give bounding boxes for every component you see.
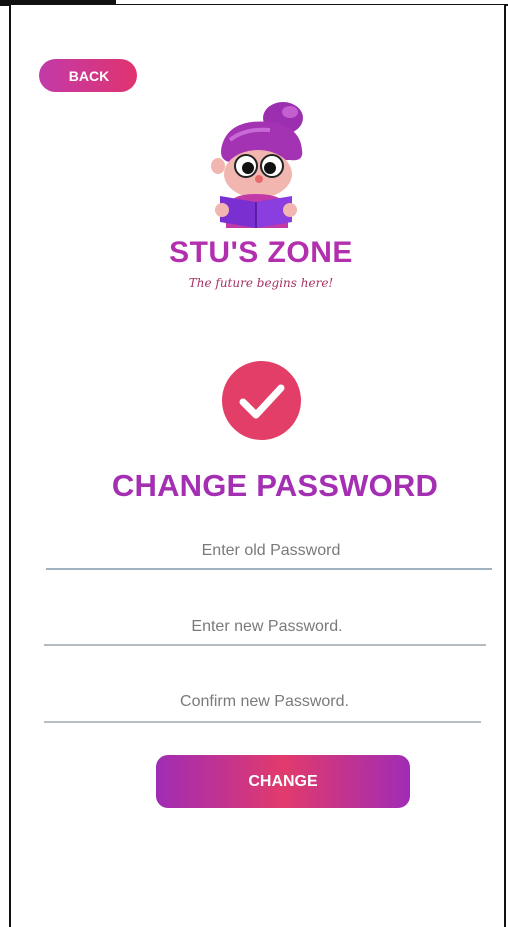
new-password-underline: [44, 644, 486, 646]
change-password-button[interactable]: CHANGE: [156, 755, 410, 808]
old-password-underline: [46, 568, 492, 570]
brand-tagline: The future begins here!: [188, 276, 334, 290]
brand-name: STU'S ZONE: [169, 236, 353, 269]
page-title: CHANGE PASSWORD: [111, 468, 439, 503]
confirm-password-field[interactable]: [44, 684, 485, 720]
success-checkmark: [222, 361, 301, 440]
new-password-field[interactable]: [44, 609, 490, 645]
back-button[interactable]: BACK: [39, 59, 137, 92]
checkmark-icon: [239, 384, 285, 419]
reading-child-mascot-icon: [200, 100, 312, 232]
confirm-password-underline: [44, 721, 481, 723]
old-password-field[interactable]: [46, 533, 496, 569]
